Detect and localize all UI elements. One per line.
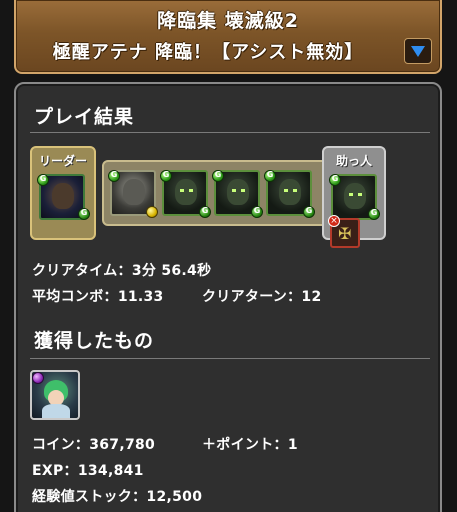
section-divider xyxy=(30,358,430,359)
dropdown-button[interactable] xyxy=(404,38,432,64)
sub-attribute-icon: G xyxy=(78,208,90,220)
dropdown-arrow-icon xyxy=(411,45,425,57)
sub-attribute-icon: G xyxy=(368,208,380,220)
helper-label: 助っ人 xyxy=(335,154,372,168)
rewards-title: 獲得したもの xyxy=(34,330,155,352)
clear-turn-label: クリアターン： xyxy=(202,289,302,305)
light-attribute-icon xyxy=(146,206,158,218)
avg-combo-label: 平均コンボ： xyxy=(32,289,118,305)
clear-time: クリアタイム：3分 56.4秒 xyxy=(32,260,211,280)
coin-reward: コイン：367,780 xyxy=(32,434,155,454)
coin-label: コイン： xyxy=(32,437,90,453)
dungeon-name: 極醒アテナ 降臨！【アシスト無効】 xyxy=(52,42,364,63)
clear-turn-value: 12 xyxy=(301,289,322,305)
leader-label: リーダー xyxy=(38,154,87,168)
points-reward: ＋ポイント：1 xyxy=(202,434,298,454)
wood-attribute-icon: G xyxy=(212,170,224,182)
exp-stock: 経験値ストック：12,500 xyxy=(32,486,202,506)
wood-attribute-icon: G xyxy=(329,174,341,186)
points-label: ＋ポイント： xyxy=(202,437,288,453)
dark-attribute-icon xyxy=(32,372,44,384)
clear-time-label: クリアタイム： xyxy=(32,263,132,279)
wood-attribute-icon: G xyxy=(264,170,276,182)
dungeon-banner: 降臨集 壊滅級2 極醒アテナ 降臨！【アシスト無効】 xyxy=(14,0,442,74)
exp-value: 134,841 xyxy=(77,463,144,479)
exp-stock-label: 経験値ストック： xyxy=(32,489,147,505)
section-divider xyxy=(30,132,430,133)
wood-attribute-icon: G xyxy=(37,174,49,186)
exp-stock-value: 12,500 xyxy=(146,489,203,505)
points-value: 1 xyxy=(287,437,298,453)
average-combo: 平均コンボ：11.33 xyxy=(32,286,164,306)
leader-slot: リーダー G G xyxy=(30,146,96,240)
wood-attribute-icon: G xyxy=(160,170,172,182)
sub-attribute-icon: G xyxy=(199,206,211,218)
exp-label: EXP： xyxy=(32,463,78,479)
sub-attribute-icon: G xyxy=(251,206,263,218)
assist-disabled-icon: ✠ × xyxy=(328,215,360,248)
clear-turn: クリアターン：12 xyxy=(202,286,322,306)
results-panel: プレイ結果 リーダー G G G G G G G G G 助っ人 G G ✠ ×… xyxy=(14,82,442,512)
sub-attribute-icon: G xyxy=(303,206,315,218)
coin-value: 367,780 xyxy=(89,437,156,453)
avg-combo-value: 11.33 xyxy=(117,289,164,305)
clear-time-value: 3分 56.4秒 xyxy=(131,263,212,279)
wood-attribute-icon: G xyxy=(108,170,120,182)
play-results-title: プレイ結果 xyxy=(34,106,135,128)
team-members: G G G G G G G xyxy=(102,160,330,226)
dungeon-category-title: 降臨集 壊滅級2 xyxy=(157,10,299,32)
exp-reward: EXP：134,841 xyxy=(32,460,144,480)
